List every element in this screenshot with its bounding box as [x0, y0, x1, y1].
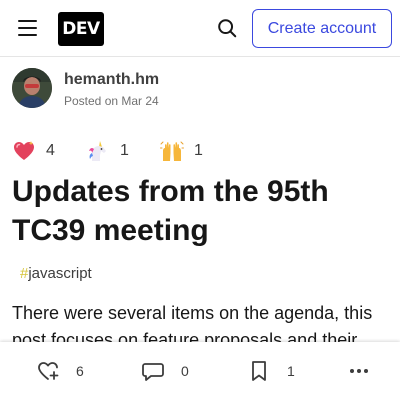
tag-javascript[interactable]: # javascript [16, 262, 96, 284]
top-navigation-bar: DEV Create account [0, 0, 400, 57]
comment-button[interactable]: 0 [141, 359, 189, 383]
raised-hands-icon [160, 141, 184, 161]
author-name[interactable]: hemanth.hm [64, 71, 159, 89]
like-button[interactable]: 6 [36, 359, 84, 383]
hamburger-icon [18, 20, 37, 22]
post-date: Posted on Mar 24 [64, 94, 159, 108]
reaction-heart[interactable]: 4 [12, 138, 55, 164]
search-button[interactable] [212, 13, 242, 43]
reaction-unicorn[interactable]: 1 [86, 138, 129, 164]
reaction-count: 1 [194, 142, 203, 159]
dev-logo[interactable]: DEV [58, 12, 104, 46]
avatar-image [12, 68, 52, 108]
heart-sparkle-icon [14, 141, 34, 160]
bookmark-button[interactable]: 1 [247, 359, 295, 383]
bottom-action-bar: 6 0 1 [0, 342, 400, 400]
more-button[interactable] [347, 359, 371, 383]
avatar[interactable] [12, 68, 52, 108]
reaction-count: 4 [46, 142, 55, 159]
bookmark-count: 1 [287, 363, 295, 379]
reaction-count: 1 [120, 142, 129, 159]
post-title: Updates from the 95th TC39 meeting [12, 175, 329, 247]
create-account-button[interactable]: Create account [252, 9, 392, 48]
like-count: 6 [76, 363, 84, 379]
reaction-raised-hands[interactable]: 1 [160, 138, 203, 164]
comment-count: 0 [181, 363, 189, 379]
comment-icon [142, 363, 164, 381]
bookmark-icon [252, 361, 266, 381]
unicorn-icon [89, 141, 106, 161]
search-icon [218, 19, 237, 38]
heart-plus-icon [38, 362, 59, 380]
hamburger-menu-button[interactable] [14, 16, 42, 40]
more-horizontal-icon [350, 369, 368, 373]
tag-label: javascript [28, 264, 92, 282]
